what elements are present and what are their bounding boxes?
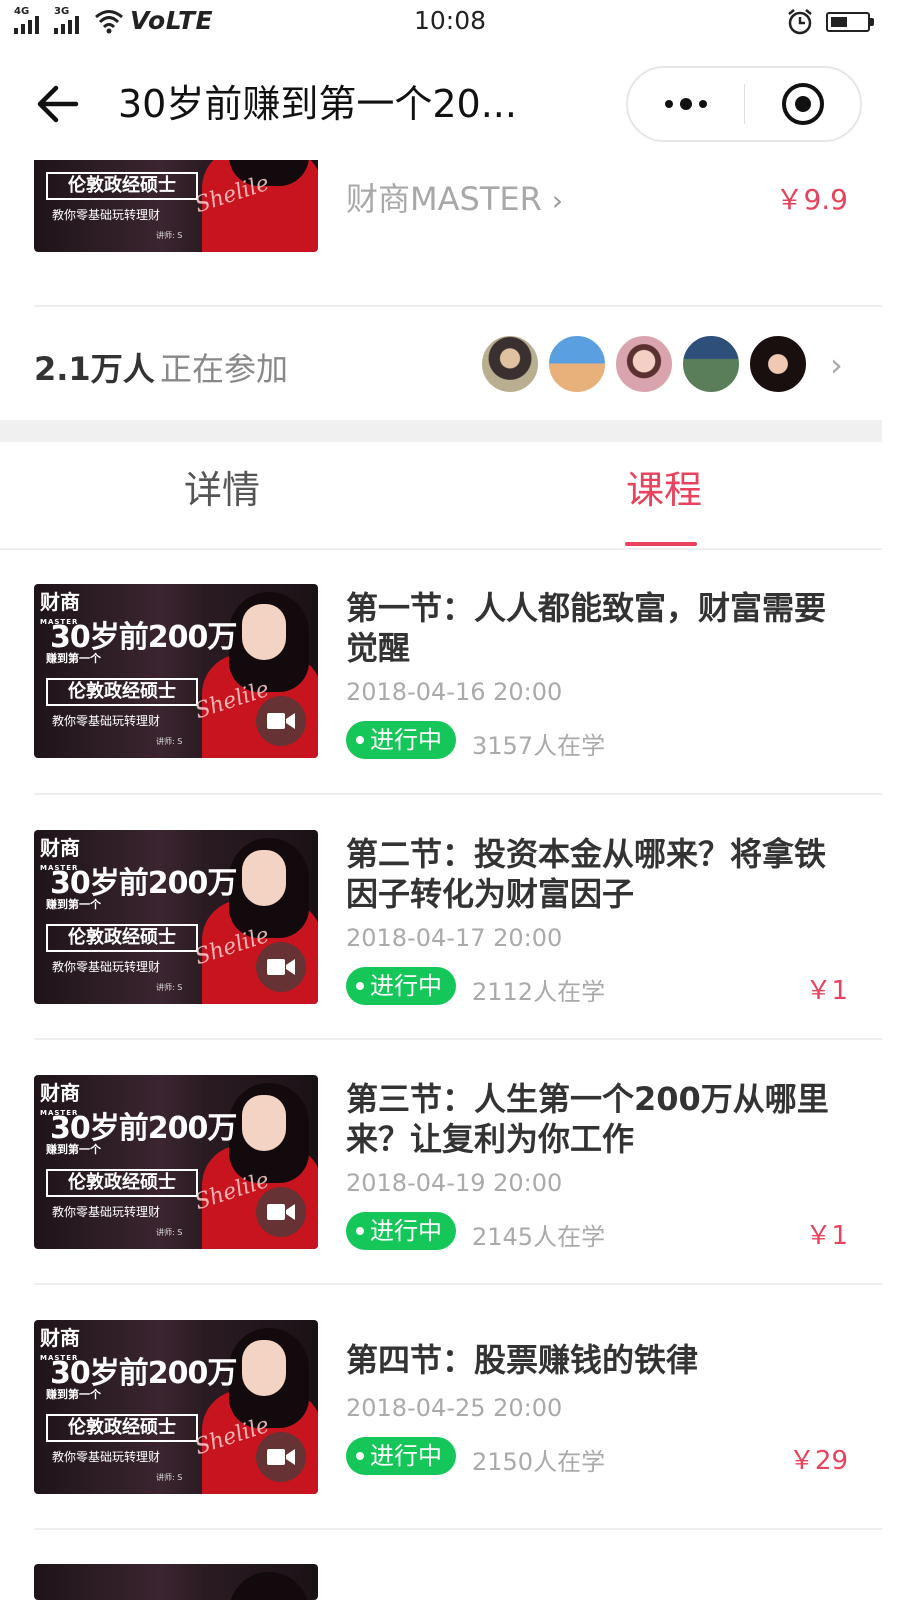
divider <box>34 1038 882 1040</box>
status-bar: 4G 3G VoLTE 10:08 <box>0 0 900 48</box>
course-title: 第三节：人生第一个200万从哪里来？让复利为你工作 <box>346 1080 829 1158</box>
thumb-line1: 赚到第一个 <box>46 898 101 911</box>
divider <box>34 305 882 307</box>
status-badge: 进行中 <box>346 967 456 1005</box>
chevron-right-icon: › <box>551 184 564 217</box>
course-price: ￥29 <box>788 1446 848 1476</box>
thumb-line1: 赚到第一个 <box>46 1388 101 1401</box>
course-date: 2018-04-25 20:00 <box>346 1394 563 1422</box>
avatar <box>480 334 540 394</box>
alarm-icon <box>788 9 812 35</box>
course-price: ￥9.9 <box>775 183 848 216</box>
thumb-line1: 赚到第一个 <box>46 1143 101 1156</box>
thumb-band: 伦敦政经硕士 <box>46 1169 198 1197</box>
target-icon <box>782 83 824 125</box>
thumb-band: 伦敦政经硕士 <box>46 924 198 952</box>
divider <box>34 1283 882 1285</box>
course-date: 2018-04-16 20:00 <box>346 678 563 706</box>
participant-count: 2.1万人 <box>34 350 155 388</box>
tab-bar: 详情 课程 <box>0 442 882 550</box>
thumb-line1: 赚到第一个 <box>46 652 101 665</box>
participants-row[interactable]: 2.1万人 正在参加 › <box>0 308 900 420</box>
thumb-lecturer: 讲师: S <box>156 1473 183 1482</box>
status-right <box>786 8 876 36</box>
tab-detail[interactable]: 详情 <box>184 466 260 514</box>
page-title: 30岁前赚到第一个20... <box>118 82 517 126</box>
thumb-band: 伦敦政经硕士 <box>46 172 198 200</box>
avatar <box>547 334 607 394</box>
nav-bar: 30岁前赚到第一个20... <box>0 48 900 160</box>
divider <box>34 1528 882 1530</box>
course-thumbnail: 财商 MASTER 30岁前200万 赚到第一个 伦敦政经硕士 教你零基础玩转理财… <box>34 1075 318 1249</box>
learner-count: 2145人在学 <box>472 1223 606 1251</box>
thumb-subtitle: 教你零基础玩转理财 <box>52 714 161 728</box>
thumb-subtitle: 教你零基础玩转理财 <box>52 208 161 222</box>
course-thumbnail: 财商 MASTER 30岁前200万 赚到第一个 伦敦政经硕士 教你零基础玩转理财… <box>34 584 318 758</box>
battery-icon <box>826 9 876 35</box>
more-button[interactable] <box>628 68 744 140</box>
divider <box>34 793 882 795</box>
author-name: 财商MASTER <box>346 180 542 218</box>
course-thumbnail <box>34 1564 318 1600</box>
thumb-lecturer: 讲师: S <box>156 231 183 240</box>
course-thumbnail: 财商 MASTER 30岁前200万 赚到第一个 伦敦政经硕士 教你零基础玩转理财… <box>34 1320 318 1494</box>
avatar <box>681 334 741 394</box>
list-item[interactable]: 财商 MASTER 30岁前200万 赚到第一个 伦敦政经硕士 教你零基础玩转理财… <box>0 1320 882 1530</box>
more-dots-icon <box>665 100 673 108</box>
status-badge: 进行中 <box>346 1437 456 1475</box>
course-title: 第一节：人人都能致富，财富需要觉醒 <box>346 589 827 667</box>
thumb-lecturer: 讲师: S <box>156 1228 183 1237</box>
status-time: 10:08 <box>413 6 487 35</box>
thumb-subtitle: 教你零基础玩转理财 <box>52 1205 161 1219</box>
thumb-lecturer: 讲师: S <box>156 983 183 992</box>
tab-course[interactable]: 课程 <box>626 466 702 514</box>
course-price: ￥1 <box>805 1221 848 1251</box>
course-title: 第四节：股票赚钱的铁律 <box>346 1341 699 1379</box>
mini-program-capsule <box>626 66 862 142</box>
active-tab-indicator <box>625 542 697 546</box>
list-item[interactable]: 财商 MASTER 30岁前200万 赚到第一个 伦敦政经硕士 教你零基础玩转理财… <box>0 1075 882 1285</box>
thumb-subtitle: 教你零基础玩转理财 <box>52 960 161 974</box>
learner-count: 2150人在学 <box>472 1448 606 1476</box>
back-button[interactable] <box>30 76 86 132</box>
status-badge: 进行中 <box>346 721 456 759</box>
tab-bar-border <box>0 548 882 550</box>
chevron-right-icon: › <box>830 346 843 384</box>
course-date: 2018-04-19 20:00 <box>346 1169 563 1197</box>
learner-count: 2112人在学 <box>472 978 606 1006</box>
course-date: 2018-04-17 20:00 <box>346 924 563 952</box>
list-item[interactable]: 财商 MASTER 30岁前200万 赚到第一个 伦敦政经硕士 教你零基础玩转理财… <box>0 830 882 1040</box>
thumb-lecturer: 讲师: S <box>156 737 183 746</box>
avatar <box>614 334 674 394</box>
arrow-left-icon <box>37 85 79 123</box>
course-price: ￥1 <box>805 976 848 1006</box>
thumb-subtitle: 教你零基础玩转理财 <box>52 1450 161 1464</box>
avatar <box>748 334 808 394</box>
video-camera-icon <box>256 1187 306 1237</box>
course-thumbnail: 财商 MASTER 30岁前200万 赚到第一个 伦敦政经硕士 教你零基础玩转理财… <box>34 830 318 1004</box>
video-camera-icon <box>256 942 306 992</box>
participant-label: 正在参加 <box>160 350 289 388</box>
thumb-band: 伦敦政经硕士 <box>46 1414 198 1442</box>
author-link[interactable]: 财商MASTER › <box>346 174 563 220</box>
course-title: 第二节：投资本金从哪来？将拿铁因子转化为财富因子 <box>346 835 827 913</box>
thumb-band: 伦敦政经硕士 <box>46 678 198 706</box>
video-camera-icon <box>256 696 306 746</box>
learner-count: 3157人在学 <box>472 732 606 760</box>
video-camera-icon <box>256 1432 306 1482</box>
section-gap <box>0 420 882 442</box>
participant-avatars <box>480 334 808 394</box>
course-cover-thumbnail: 财商 伦敦政经硕士 教你零基础玩转理财 Shelile 讲师: S <box>34 160 318 252</box>
list-item[interactable]: 财商 MASTER 30岁前200万 赚到第一个 伦敦政经硕士 教你零基础玩转理财… <box>0 584 882 794</box>
status-badge: 进行中 <box>346 1212 456 1250</box>
close-mini-program-button[interactable] <box>745 68 861 140</box>
